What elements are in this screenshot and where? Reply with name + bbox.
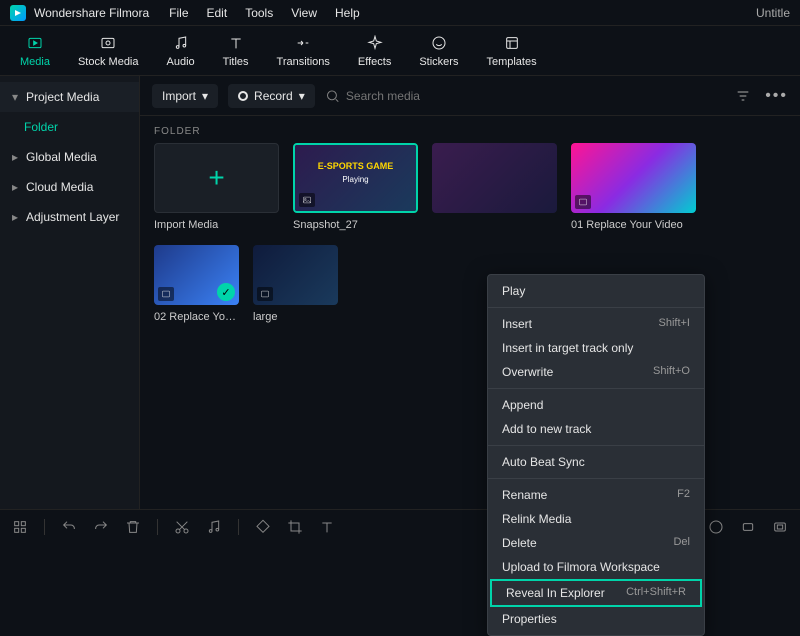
tab-titles[interactable]: Titles — [223, 33, 249, 68]
media-card-snapshot[interactable]: E-SPORTS GAME Playing Snapshot_27 — [293, 143, 418, 231]
menu-item-rename[interactable]: RenameF2 — [488, 483, 704, 507]
menu-item-append[interactable]: Append — [488, 393, 704, 417]
titlebar: Wondershare Filmora File Edit Tools View… — [0, 0, 800, 26]
color-icon[interactable] — [708, 519, 724, 535]
menu-item-play[interactable]: Play — [488, 279, 704, 303]
search-input[interactable] — [346, 89, 725, 103]
import-media-card[interactable]: + Import Media — [154, 143, 279, 231]
menu-item-auto-beat-sync[interactable]: Auto Beat Sync — [488, 450, 704, 474]
image-icon — [575, 195, 591, 209]
media-card-gamer[interactable] — [432, 143, 557, 231]
tab-transitions[interactable]: Transitions — [277, 33, 330, 68]
chevron-right-icon: ▸ — [12, 150, 20, 164]
menu-tools[interactable]: Tools — [245, 6, 273, 20]
delete-icon[interactable] — [125, 519, 141, 535]
tab-templates[interactable]: Templates — [486, 33, 536, 68]
menu-item-reveal-in-explorer[interactable]: Reveal In ExplorerCtrl+Shift+R — [490, 579, 702, 607]
sidebar: ▾ Project Media Folder ▸ Global Media ▸ … — [0, 76, 140, 509]
record-dropdown[interactable]: Record ▾ — [228, 84, 315, 108]
menu-item-relink-media[interactable]: Relink Media — [488, 507, 704, 531]
sidebar-project-media[interactable]: ▾ Project Media — [0, 82, 139, 112]
crop-icon[interactable] — [287, 519, 303, 535]
tab-media[interactable]: Media — [20, 33, 50, 68]
menu-help[interactable]: Help — [335, 6, 360, 20]
stock-media-icon — [98, 33, 118, 53]
tab-stock-media[interactable]: Stock Media — [78, 33, 139, 68]
menu-item-delete[interactable]: DeleteDel — [488, 531, 704, 555]
tab-audio[interactable]: Audio — [167, 33, 195, 68]
import-dropdown[interactable]: Import ▾ — [152, 84, 218, 108]
app-name: Wondershare Filmora — [34, 6, 149, 20]
chevron-down-icon: ▾ — [202, 89, 208, 103]
content: Import ▾ Record ▾ ••• FOLDER + Import Me… — [140, 76, 800, 509]
motion-icon[interactable] — [740, 519, 756, 535]
grid-icon[interactable] — [12, 519, 28, 535]
more-icon[interactable]: ••• — [765, 87, 788, 105]
redo-icon[interactable] — [93, 519, 109, 535]
chevron-right-icon: ▸ — [12, 210, 20, 224]
plus-icon: + — [208, 162, 224, 194]
project-title: Untitle — [756, 6, 790, 20]
filter-icon[interactable] — [735, 88, 751, 104]
cut-icon[interactable] — [174, 519, 190, 535]
sidebar-folder[interactable]: Folder — [0, 112, 139, 142]
record-icon — [238, 91, 248, 101]
menu-item-insert-in-target-track-only[interactable]: Insert in target track only — [488, 336, 704, 360]
menu-item-insert[interactable]: InsertShift+I — [488, 312, 704, 336]
menu-item-add-to-new-track[interactable]: Add to new track — [488, 417, 704, 441]
check-icon: ✓ — [217, 283, 235, 301]
search-icon — [325, 88, 340, 104]
media-card-replace-video[interactable]: 01 Replace Your Video — [571, 143, 696, 231]
menu-item-overwrite[interactable]: OverwriteShift+O — [488, 360, 704, 384]
media-card-large[interactable]: large — [253, 245, 338, 323]
menu-view[interactable]: View — [291, 6, 317, 20]
undo-icon[interactable] — [61, 519, 77, 535]
chevron-down-icon: ▾ — [12, 90, 20, 104]
mask-icon[interactable] — [772, 519, 788, 535]
chevron-down-icon: ▾ — [299, 89, 305, 103]
folder-label: FOLDER — [140, 116, 800, 143]
context-menu: Play InsertShift+IInsert in target track … — [487, 274, 705, 636]
app-logo — [10, 5, 26, 21]
sidebar-adjustment-layer[interactable]: ▸ Adjustment Layer — [0, 202, 139, 232]
effects-icon — [365, 33, 385, 53]
menu-item-properties[interactable]: Properties — [488, 607, 704, 631]
titles-icon — [226, 33, 246, 53]
templates-icon — [502, 33, 522, 53]
text-icon[interactable] — [319, 519, 335, 535]
stickers-icon — [429, 33, 449, 53]
chevron-right-icon: ▸ — [12, 180, 20, 194]
tab-stickers[interactable]: Stickers — [419, 33, 458, 68]
image-icon — [299, 193, 315, 207]
sidebar-global-media[interactable]: ▸ Global Media — [0, 142, 139, 172]
tag-icon[interactable] — [255, 519, 271, 535]
menubar: File Edit Tools View Help — [169, 6, 360, 20]
menu-item-upload-to-filmora-workspace[interactable]: Upload to Filmora Workspace — [488, 555, 704, 579]
sidebar-cloud-media[interactable]: ▸ Cloud Media — [0, 172, 139, 202]
audio-icon — [171, 33, 191, 53]
toolbar: Media Stock Media Audio Titles Transitio… — [0, 26, 800, 76]
search-wrap — [325, 88, 725, 104]
music-icon[interactable] — [206, 519, 222, 535]
media-card-replace-photo[interactable]: ✓ 02 Replace Your Photo — [154, 245, 239, 323]
image-icon — [158, 287, 174, 301]
image-icon — [257, 287, 273, 301]
menu-file[interactable]: File — [169, 6, 188, 20]
tab-effects[interactable]: Effects — [358, 33, 391, 68]
transitions-icon — [293, 33, 313, 53]
menu-edit[interactable]: Edit — [207, 6, 228, 20]
content-bar: Import ▾ Record ▾ ••• — [140, 76, 800, 116]
media-icon — [25, 33, 45, 53]
